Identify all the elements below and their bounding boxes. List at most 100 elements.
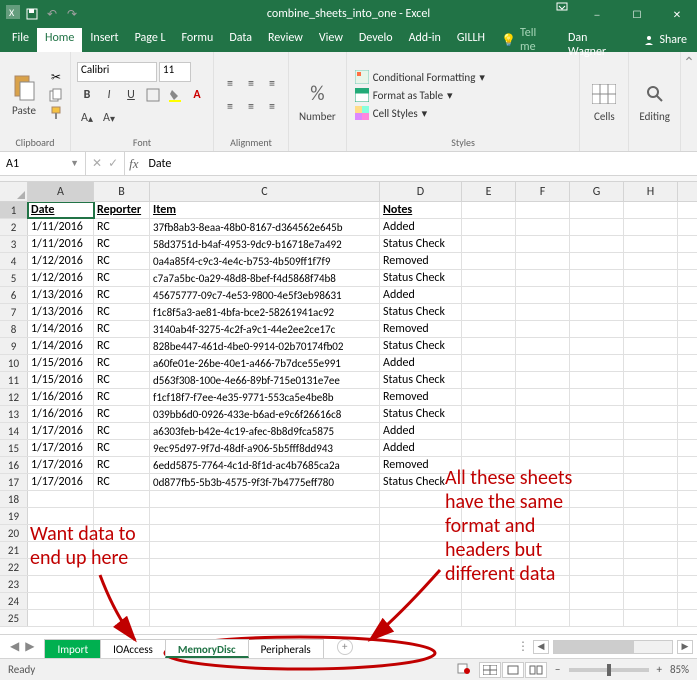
- row-header[interactable]: 10: [0, 355, 28, 371]
- row-header[interactable]: 11: [0, 372, 28, 388]
- cell[interactable]: [462, 355, 516, 371]
- cell[interactable]: RC: [94, 219, 150, 235]
- table-row[interactable]: 17 1/17/2016 RC 0d877fb5-5b3b-4575-9f3f-…: [0, 474, 697, 491]
- cell[interactable]: 1/13/2016: [28, 287, 94, 303]
- cell[interactable]: 1/12/2016: [28, 270, 94, 286]
- number-format-button[interactable]: % Number: [295, 78, 340, 125]
- cell[interactable]: [462, 474, 516, 490]
- row-header[interactable]: 9: [0, 338, 28, 354]
- cell[interactable]: [462, 389, 516, 405]
- cell[interactable]: Status Check: [380, 372, 462, 388]
- col-header-G[interactable]: G: [570, 182, 624, 201]
- table-row[interactable]: 6 1/13/2016 RC 45675777-09c7-4e53-9800-4…: [0, 287, 697, 304]
- sheet-nav-next-icon[interactable]: ▶: [25, 639, 34, 654]
- cell[interactable]: 0a4a85f4-c9c3-4e4c-b753-4b509ff1f7f9: [150, 253, 380, 269]
- cell[interactable]: [570, 389, 624, 405]
- cell[interactable]: [462, 457, 516, 473]
- table-row[interactable]: 25: [0, 610, 697, 627]
- table-row[interactable]: 15 1/17/2016 RC 9ec95d97-9f7d-48df-a906-…: [0, 440, 697, 457]
- cell[interactable]: [516, 406, 570, 422]
- tab-developer[interactable]: Develo: [351, 28, 401, 52]
- table-row[interactable]: 11 1/15/2016 RC d563f308-100e-4e66-89bf-…: [0, 372, 697, 389]
- table-row[interactable]: 21: [0, 542, 697, 559]
- zoom-slider[interactable]: [569, 668, 649, 672]
- cell[interactable]: [462, 440, 516, 456]
- table-row[interactable]: 23: [0, 576, 697, 593]
- align-right-icon[interactable]: ≡: [262, 97, 282, 117]
- cell[interactable]: 1/15/2016: [28, 355, 94, 371]
- align-middle-icon[interactable]: ≡: [241, 74, 261, 94]
- table-row[interactable]: 10 1/15/2016 RC a60fe01e-26be-40e1-a466-…: [0, 355, 697, 372]
- font-name-select[interactable]: Calibri: [77, 62, 157, 82]
- cell[interactable]: [624, 440, 678, 456]
- cell[interactable]: d563f308-100e-4e66-89bf-715e0131e7ee: [150, 372, 380, 388]
- cell[interactable]: f1c8f5a3-ae81-4bfa-bce2-58261941ac92: [150, 304, 380, 320]
- cell[interactable]: [570, 287, 624, 303]
- cell[interactable]: 0d877fb5-5b3b-4575-9f3f-7b4775eff780: [150, 474, 380, 490]
- table-row[interactable]: 13 1/16/2016 RC 039bb6d0-0926-433e-b6ad-…: [0, 406, 697, 423]
- cell[interactable]: f1cf18f7-f7ee-4e35-9771-553ca5e4be8b: [150, 389, 380, 405]
- view-page-layout-icon[interactable]: [502, 662, 524, 678]
- cell[interactable]: [462, 270, 516, 286]
- col-header-D[interactable]: D: [380, 182, 462, 201]
- cell[interactable]: Added: [380, 287, 462, 303]
- cell[interactable]: RC: [94, 372, 150, 388]
- select-all-corner[interactable]: [0, 182, 28, 201]
- cell[interactable]: [570, 474, 624, 490]
- cell[interactable]: [624, 321, 678, 337]
- maximize-button[interactable]: ☐: [617, 0, 657, 28]
- cell[interactable]: [624, 423, 678, 439]
- cell[interactable]: [462, 236, 516, 252]
- cell[interactable]: [570, 338, 624, 354]
- cell[interactable]: Added: [380, 423, 462, 439]
- new-sheet-button[interactable]: +: [337, 639, 353, 655]
- cell[interactable]: [516, 287, 570, 303]
- formula-input[interactable]: Date: [143, 152, 697, 175]
- row-header[interactable]: 1: [0, 202, 28, 218]
- row-header[interactable]: 7: [0, 304, 28, 320]
- row-header[interactable]: 24: [0, 593, 28, 609]
- hscroll-right-icon[interactable]: ▶: [677, 640, 693, 654]
- tab-addins[interactable]: Add-in: [401, 28, 449, 52]
- font-size-select[interactable]: 11: [159, 62, 191, 82]
- sheet-nav-prev-icon[interactable]: ◀: [10, 639, 19, 654]
- row-header[interactable]: 15: [0, 440, 28, 456]
- row-header[interactable]: 8: [0, 321, 28, 337]
- italic-button[interactable]: I: [99, 85, 119, 105]
- cell[interactable]: Added: [380, 440, 462, 456]
- tab-view[interactable]: View: [311, 28, 351, 52]
- cell[interactable]: [570, 253, 624, 269]
- cell[interactable]: RC: [94, 236, 150, 252]
- cell[interactable]: [570, 406, 624, 422]
- cell[interactable]: [570, 457, 624, 473]
- cell[interactable]: 1/17/2016: [28, 474, 94, 490]
- cell[interactable]: Notes: [380, 202, 462, 218]
- row-header[interactable]: 16: [0, 457, 28, 473]
- align-top-icon[interactable]: ≡: [220, 74, 240, 94]
- table-row[interactable]: 8 1/14/2016 RC 3140ab4f-3275-4c2f-a9c1-4…: [0, 321, 697, 338]
- hscroll-track[interactable]: [553, 640, 673, 654]
- cell[interactable]: RC: [94, 270, 150, 286]
- row-header[interactable]: 17: [0, 474, 28, 490]
- cell[interactable]: 1/14/2016: [28, 338, 94, 354]
- name-box[interactable]: A1▼: [0, 152, 86, 175]
- hscroll-thumb[interactable]: [554, 641, 634, 653]
- row-header[interactable]: 12: [0, 389, 28, 405]
- row-header[interactable]: 20: [0, 525, 28, 541]
- table-row[interactable]: 9 1/14/2016 RC 828be447-461d-4be0-9914-0…: [0, 338, 697, 355]
- cell[interactable]: [570, 236, 624, 252]
- cell[interactable]: [462, 219, 516, 235]
- cell[interactable]: [462, 321, 516, 337]
- cell[interactable]: [516, 202, 570, 218]
- cell[interactable]: [624, 219, 678, 235]
- zoom-out-button[interactable]: −: [555, 663, 560, 676]
- table-row[interactable]: 3 1/11/2016 RC 58d3751d-b4af-4953-9dc9-b…: [0, 236, 697, 253]
- close-button[interactable]: ✕: [657, 0, 697, 28]
- cell[interactable]: RC: [94, 338, 150, 354]
- cell[interactable]: [624, 355, 678, 371]
- cell[interactable]: Removed: [380, 389, 462, 405]
- view-page-break-icon[interactable]: [525, 662, 547, 678]
- tab-custom[interactable]: GILLH: [449, 28, 493, 52]
- cell[interactable]: [462, 287, 516, 303]
- cell[interactable]: 1/12/2016: [28, 253, 94, 269]
